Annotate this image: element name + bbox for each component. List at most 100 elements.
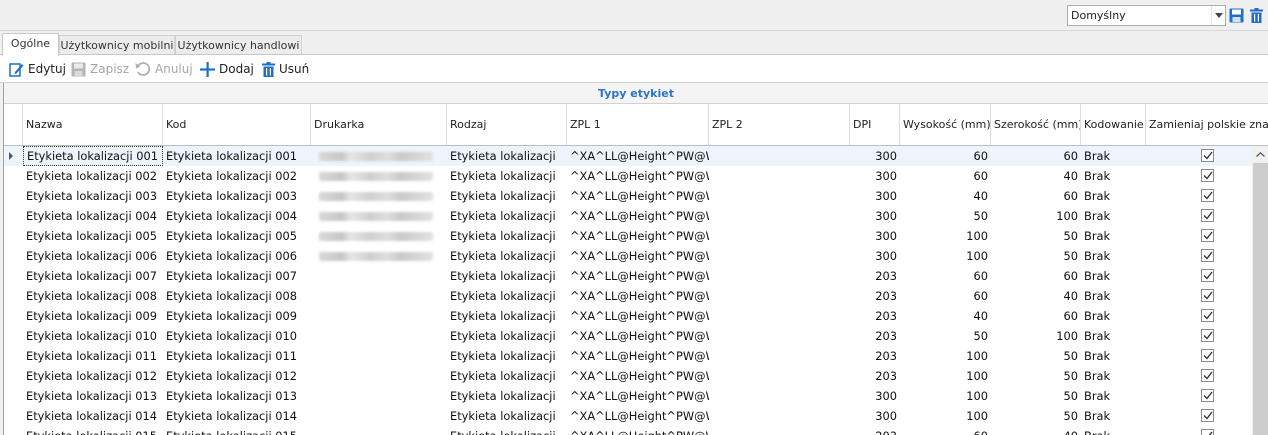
cell-wysokosc[interactable]: 40 (900, 306, 991, 326)
replace-polish-chars-checkbox[interactable] (1201, 229, 1214, 242)
table-row[interactable]: Etykieta lokalizacji 015 Etykieta lokaliz… (4, 426, 1252, 435)
replace-polish-chars-checkbox[interactable] (1201, 369, 1214, 382)
cell-zpl1[interactable]: ^XA^LL@Height^PW@Wi... (567, 206, 709, 226)
cell-szerokosc[interactable]: 50 (991, 346, 1081, 366)
cell-rodzaj[interactable]: Etykieta lokalizacji (447, 366, 567, 386)
cell-dpi[interactable]: 300 (850, 226, 900, 246)
cell-szerokosc[interactable]: 50 (991, 406, 1081, 426)
cell-nazwa[interactable]: Etykieta lokalizacji 015 (23, 426, 163, 435)
cell-zamieniaj[interactable] (1146, 286, 1252, 306)
column-header-wysokosc[interactable]: Wysokość (mm) (900, 104, 991, 145)
cell-zamieniaj[interactable] (1146, 146, 1252, 166)
cell-dpi[interactable]: 203 (850, 306, 900, 326)
cell-kod[interactable]: Etykieta lokalizacji 012 (163, 366, 311, 386)
cell-zpl1[interactable]: ^XA^LL@Height^PW@Wi... (567, 166, 709, 186)
cell-zpl1[interactable]: ^XA^LL@Height^PW@Wi... (567, 306, 709, 326)
replace-polish-chars-checkbox[interactable] (1201, 289, 1214, 302)
cell-nazwa[interactable]: Etykieta lokalizacji 004 (23, 206, 163, 226)
cell-kodowanie[interactable]: Brak (1081, 406, 1146, 426)
cell-kod[interactable]: Etykieta lokalizacji 003 (163, 186, 311, 206)
replace-polish-chars-checkbox[interactable] (1201, 269, 1214, 282)
column-header-kod[interactable]: Kod (163, 104, 311, 145)
cell-drukarka[interactable] (311, 386, 447, 406)
cell-nazwa[interactable]: Etykieta lokalizacji 013 (23, 386, 163, 406)
replace-polish-chars-checkbox[interactable] (1201, 189, 1214, 202)
cell-rodzaj[interactable]: Etykieta lokalizacji (447, 346, 567, 366)
column-header-zamieniaj[interactable]: Zamieniaj polskie znaki (1146, 104, 1268, 145)
cell-nazwa[interactable]: Etykieta lokalizacji 008 (23, 286, 163, 306)
scroll-up-button[interactable] (1252, 146, 1268, 163)
cell-dpi[interactable]: 203 (850, 266, 900, 286)
cell-kod[interactable]: Etykieta lokalizacji 014 (163, 406, 311, 426)
cell-kodowanie[interactable]: Brak (1081, 166, 1146, 186)
cell-zpl1[interactable]: ^XA^LL@Height^PW@Wi... (567, 426, 709, 435)
cell-zpl2[interactable] (709, 226, 850, 246)
cell-drukarka[interactable] (311, 206, 447, 226)
replace-polish-chars-checkbox[interactable] (1201, 329, 1214, 342)
cell-nazwa[interactable]: Etykieta lokalizacji 003 (23, 186, 163, 206)
cell-szerokosc[interactable]: 50 (991, 366, 1081, 386)
cell-dpi[interactable]: 203 (850, 326, 900, 346)
scrollbar-thumb[interactable] (1253, 163, 1268, 435)
tab-uzytkownicy-mobilni[interactable]: Użytkownicy mobilni (59, 35, 175, 55)
cell-zpl2[interactable] (709, 246, 850, 266)
cell-nazwa[interactable]: Etykieta lokalizacji 010 (23, 326, 163, 346)
cell-zpl1[interactable]: ^XA^LL@Height^PW@Wi... (567, 366, 709, 386)
replace-polish-chars-checkbox[interactable] (1201, 349, 1214, 362)
table-row[interactable]: Etykieta lokalizacji 006 Etykieta lokaliz… (4, 246, 1252, 266)
cell-wysokosc[interactable]: 100 (900, 346, 991, 366)
cell-zamieniaj[interactable] (1146, 346, 1252, 366)
cell-wysokosc[interactable]: 100 (900, 366, 991, 386)
column-header-drukarka[interactable]: Drukarka (311, 104, 447, 145)
cell-rodzaj[interactable]: Etykieta lokalizacji (447, 266, 567, 286)
table-row[interactable]: Etykieta lokalizacji 002 Etykieta lokaliz… (4, 166, 1252, 186)
cell-drukarka[interactable] (311, 306, 447, 326)
cell-kodowanie[interactable]: Brak (1081, 426, 1146, 435)
column-header-szerokosc[interactable]: Szerokość (mm) (991, 104, 1081, 145)
cell-zpl1[interactable]: ^XA^LL@Height^PW@Wi... (567, 186, 709, 206)
cell-rodzaj[interactable]: Etykieta lokalizacji (447, 326, 567, 346)
cell-nazwa[interactable]: Etykieta lokalizacji 012 (23, 366, 163, 386)
cell-drukarka[interactable] (311, 186, 447, 206)
cell-kodowanie[interactable]: Brak (1081, 286, 1146, 306)
cell-drukarka[interactable] (311, 146, 447, 166)
cell-kod[interactable]: Etykieta lokalizacji 013 (163, 386, 311, 406)
cell-drukarka[interactable] (311, 426, 447, 435)
cell-zamieniaj[interactable] (1146, 426, 1252, 435)
cancel-button[interactable]: Anuluj (135, 59, 193, 79)
cell-nazwa[interactable]: Etykieta lokalizacji 005 (23, 226, 163, 246)
delete-layout-button[interactable] (1248, 6, 1265, 25)
cell-zpl2[interactable] (709, 146, 850, 166)
cell-szerokosc[interactable]: 60 (991, 306, 1081, 326)
cell-rodzaj[interactable]: Etykieta lokalizacji (447, 286, 567, 306)
cell-wysokosc[interactable]: 60 (900, 286, 991, 306)
table-row[interactable]: Etykieta lokalizacji 014 Etykieta lokaliz… (4, 406, 1252, 426)
cell-zamieniaj[interactable] (1146, 186, 1252, 206)
cell-nazwa[interactable]: Etykieta lokalizacji 002 (23, 166, 163, 186)
cell-nazwa[interactable]: Etykieta lokalizacji 006 (23, 246, 163, 266)
cell-szerokosc[interactable]: 50 (991, 386, 1081, 406)
tab-ogolne[interactable]: Ogólne (2, 33, 59, 56)
cell-zpl1[interactable]: ^XA^LL@Height^PW@Wi... (567, 146, 709, 166)
cell-kod[interactable]: Etykieta lokalizacji 005 (163, 226, 311, 246)
cell-dpi[interactable]: 203 (850, 286, 900, 306)
cell-rodzaj[interactable]: Etykieta lokalizacji (447, 426, 567, 435)
table-row[interactable]: Etykieta lokalizacji 010 Etykieta lokaliz… (4, 326, 1252, 346)
cell-wysokosc[interactable]: 40 (900, 186, 991, 206)
cell-rodzaj[interactable]: Etykieta lokalizacji (447, 206, 567, 226)
replace-polish-chars-checkbox[interactable] (1201, 429, 1214, 435)
table-row[interactable]: Etykieta lokalizacji 004 Etykieta lokaliz… (4, 206, 1252, 226)
cell-wysokosc[interactable]: 100 (900, 246, 991, 266)
cell-kod[interactable]: Etykieta lokalizacji 002 (163, 166, 311, 186)
cell-kodowanie[interactable]: Brak (1081, 366, 1146, 386)
cell-kod[interactable]: Etykieta lokalizacji 010 (163, 326, 311, 346)
cell-nazwa[interactable]: Etykieta lokalizacji 011 (23, 346, 163, 366)
cell-zpl2[interactable] (709, 426, 850, 435)
cell-szerokosc[interactable]: 60 (991, 146, 1081, 166)
cell-nazwa[interactable]: Etykieta lokalizacji 001 (23, 146, 163, 166)
cell-zpl1[interactable]: ^XA^LL@Height^PW@Wi... (567, 326, 709, 346)
cell-drukarka[interactable] (311, 346, 447, 366)
layout-selector[interactable]: Domyślny (1067, 5, 1226, 26)
tab-uzytkownicy-handlowi[interactable]: Użytkownicy handlowi (175, 35, 302, 55)
cell-zpl1[interactable]: ^XA^LL@Height^PW@Wi... (567, 386, 709, 406)
